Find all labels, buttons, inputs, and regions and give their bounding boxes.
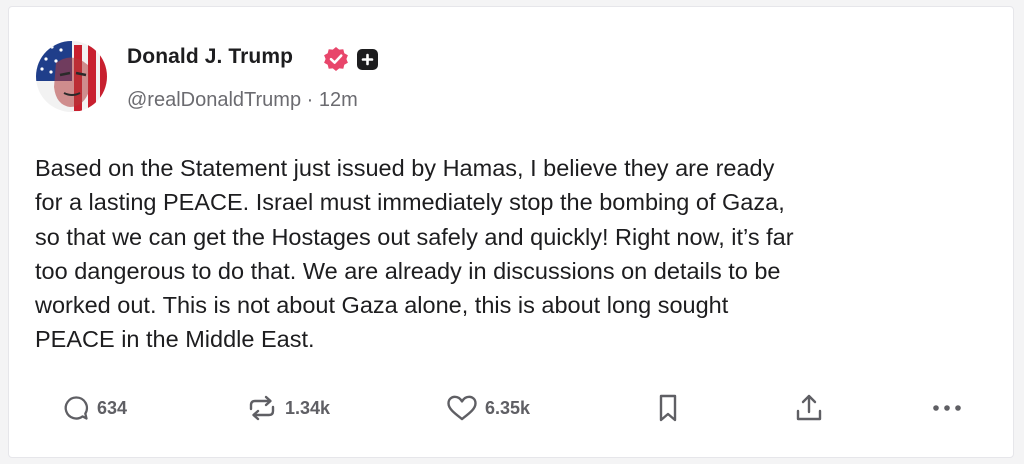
share-icon xyxy=(796,394,822,421)
avatar-image xyxy=(36,41,107,112)
post-text-line: worked out. This is not about Gaza alone… xyxy=(35,292,729,319)
avatar[interactable] xyxy=(36,41,107,112)
reply-button[interactable]: 634 xyxy=(61,393,127,423)
repost-count: 1.34k xyxy=(285,397,331,418)
post-text-line: too dangerous to do that. We are already… xyxy=(35,257,781,284)
post-card: Donald J. Trump @realDonaldTrump · 12m B… xyxy=(8,6,1014,458)
author-display-name[interactable]: Donald J. Trump xyxy=(127,45,293,69)
bookmark-button[interactable] xyxy=(653,393,683,423)
repost-icon xyxy=(249,395,275,421)
author-handle[interactable]: @realDonaldTrump xyxy=(127,89,301,111)
share-button[interactable] xyxy=(793,393,825,423)
post-text-line: PEACE in the Middle East. xyxy=(35,326,315,353)
post-text: Based on the Statement just issued by Ha… xyxy=(35,151,995,357)
reply-count: 634 xyxy=(97,397,128,418)
like-count: 6.35k xyxy=(485,397,531,418)
post-text-line: for a lasting PEACE. Israel must immedia… xyxy=(35,189,785,216)
post-text-line: so that we can get the Hostages out safe… xyxy=(35,223,794,250)
post-text-line: Based on the Statement just issued by Ha… xyxy=(35,155,775,181)
meta-separator: · xyxy=(306,89,314,111)
bookmark-icon xyxy=(659,394,677,422)
verified-badge-icon xyxy=(323,46,349,72)
more-button[interactable] xyxy=(929,393,965,423)
plus-badge-icon xyxy=(357,49,378,70)
reply-icon xyxy=(64,396,89,420)
repost-button[interactable]: 1.34k xyxy=(245,393,330,423)
author-meta: @realDonaldTrump · 12m xyxy=(127,89,358,112)
like-button[interactable]: 6.35k xyxy=(445,393,530,423)
more-icon xyxy=(933,405,961,411)
post-timestamp[interactable]: 12m xyxy=(319,89,358,111)
heart-icon xyxy=(447,395,477,421)
